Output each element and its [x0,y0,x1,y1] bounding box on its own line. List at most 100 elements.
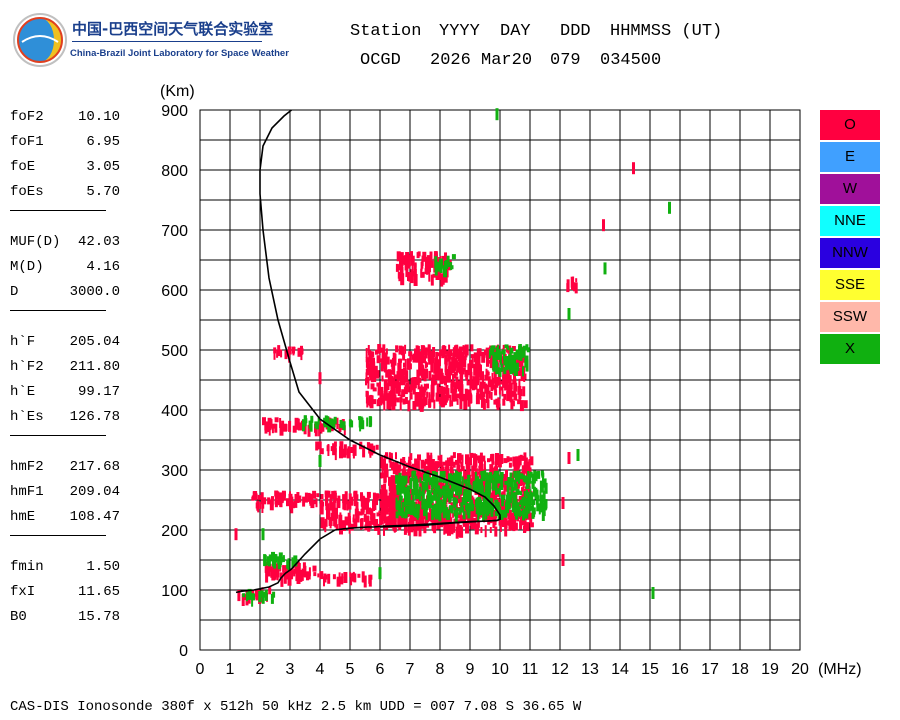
echo-point [324,524,327,533]
echo-point [416,503,419,516]
echo-point [381,347,383,353]
echo-point [365,372,368,384]
x-tick-label: 19 [761,661,779,678]
echo-point [352,444,357,452]
echo-point [428,512,431,522]
echo-point [346,448,351,459]
echo-point [320,494,324,499]
echo-point [399,257,404,267]
echo-point [464,369,469,377]
echo-point [420,271,425,278]
echo-point [442,471,446,483]
echo-point [507,489,510,495]
echo-point [513,353,516,362]
echo-point [282,565,285,573]
echo-point [450,475,454,481]
echo-point [333,416,337,424]
echo-point [515,349,520,360]
echo-point [387,515,391,525]
echo-point [415,377,418,385]
echo-point [440,501,443,508]
echo-point [397,362,401,372]
echo-point [297,347,301,357]
echo-point [504,359,508,366]
x-tick-label: 8 [436,661,445,678]
echo-point [262,417,266,426]
echo-point [407,469,411,477]
echo-point [326,509,329,520]
echo-point [391,518,396,524]
echo-point [260,590,264,596]
echo-point [352,571,355,578]
echo-point [312,565,317,572]
echo-point [524,507,529,519]
echo-point [496,400,501,408]
echo-point [409,392,413,400]
echo-point [470,502,474,512]
echo-point [533,470,537,480]
echo-point [473,454,478,467]
echo-point [489,360,492,368]
echo-point [286,498,289,507]
echo-point [324,492,327,497]
echo-point [494,526,498,537]
echo-point [495,470,500,480]
echo-point [410,385,414,391]
echo-point [422,396,426,407]
echo-point [376,355,381,364]
echo-point [442,386,446,398]
echo-point [370,372,375,378]
echo-point [462,358,465,365]
echo-point [393,507,396,518]
echo-point [321,501,325,507]
echo-point [479,384,484,390]
echo-point [252,593,255,601]
echo-point [389,370,392,377]
echo-point [512,456,517,467]
echo-point [435,482,438,489]
echo-point [438,511,442,522]
echo-point [437,493,440,503]
x-tick-label: 7 [406,661,415,678]
echo-point [386,356,390,365]
echo-point [513,495,517,500]
y-tick-label: 100 [161,583,188,600]
echo-point [525,355,529,361]
echo-point [278,559,282,568]
echo-point [395,464,399,473]
echo-point [319,571,324,580]
echo-point [474,380,478,390]
echo-point [567,452,571,464]
echo-point [487,458,490,463]
echo-point [271,426,274,434]
echo-point [420,491,425,497]
echo-point [423,461,427,466]
echo-point [576,449,580,461]
echo-point [508,519,511,526]
echo-point [454,365,457,371]
echo-point [397,509,400,516]
echo-point [485,393,489,403]
echo-point [360,495,365,507]
echo-point [378,398,383,406]
echo-point [409,500,414,507]
echo-point [336,498,341,509]
echo-point [263,554,267,567]
x-tick-label: 6 [376,661,385,678]
echo-point [507,494,511,499]
echo-point [518,391,522,400]
echo-point [372,513,376,526]
echo-point [378,567,382,580]
echo-point [411,262,414,271]
echo-point [494,389,498,396]
echo-point [522,366,524,377]
echo-point [426,383,429,389]
echo-point [427,345,431,352]
echo-point [451,254,456,260]
echo-point [399,400,402,411]
echo-point [523,376,526,382]
echo-point [519,456,522,466]
x-axis-label: (MHz) [818,661,862,678]
echo-point [561,497,565,509]
echo-point [632,162,635,175]
